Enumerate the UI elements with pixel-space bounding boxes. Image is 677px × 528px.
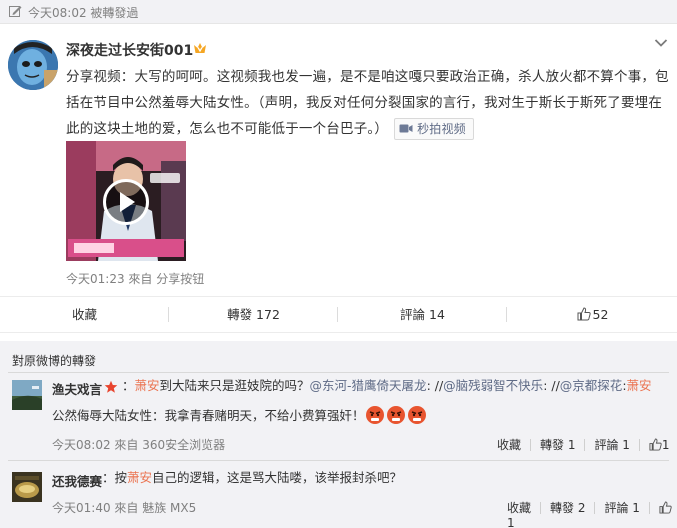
repost-section: 對原微博的轉發 渔夫戏言 ：萧安到大陆来只是逛妓院的吗？@东河-猎鹰倚天屠龙: … (0, 341, 677, 528)
comment-button[interactable]: 評論 14 (338, 297, 507, 332)
repost-button[interactable]: 轉發 172 (169, 297, 338, 332)
repost-text: ：萧安到大陆来只是逛妓院的吗？@东河-猎鹰倚天屠龙: //@脑残弱智不快乐: /… (122, 373, 670, 399)
avatar[interactable] (8, 40, 58, 90)
repost-time-label: 今天08:02 被轉發過 (28, 6, 139, 20)
angry-face-icon (365, 406, 384, 424)
post-text: 分享视频：大写的呵呵。这视频我也发一遍，是不是咱这嘎只要政治正确，杀人放火都不算… (66, 69, 669, 137)
mention-link[interactable]: 萧安 (135, 378, 160, 393)
collect-button[interactable]: 收藏 (0, 297, 169, 332)
angry-face-icon (386, 406, 405, 424)
mention-link[interactable]: @京都探花 (560, 378, 623, 393)
repost-collect-button[interactable]: 收藏 (497, 438, 521, 452)
repost-avatar[interactable] (12, 380, 42, 410)
text-fragment: ：按 (102, 470, 128, 485)
video-thumbnail[interactable] (66, 141, 186, 261)
repost-avatar[interactable] (12, 472, 42, 502)
collect-label: 收藏 (71, 307, 97, 322)
comment-label: 評論 14 (400, 307, 445, 322)
text-fragment: 到大陆来只是逛妓院的吗？ (159, 378, 310, 393)
repost-actions: 收藏 轉發 1 評論 1 1 (497, 436, 670, 453)
repost-username[interactable]: 渔夫戏言 (52, 379, 102, 398)
post-action-bar: 收藏 轉發 172 評論 14 52 (0, 296, 677, 333)
angry-face-icon (407, 406, 426, 424)
repost-comment-button[interactable]: 評論 1 (594, 438, 629, 452)
star-icon (104, 380, 118, 393)
video-camera-icon (399, 124, 413, 133)
mention-link[interactable]: @脑残弱智不快乐 (443, 378, 543, 393)
repost-collect-button[interactable]: 收藏 (507, 501, 531, 515)
text-fragment: : // (426, 378, 444, 393)
repost-actions: 收藏 轉發 2 評論 1 1 (507, 499, 677, 528)
text-fragment: ： (122, 378, 135, 393)
repost-comment-button[interactable]: 評論 1 (604, 501, 639, 515)
repost-text-line-2: 公然侮辱大陆女性：我拿青春赌明天，不给小费算强奸！ (52, 403, 652, 429)
thumbs-up-icon (649, 438, 662, 451)
thumbs-up-icon (659, 501, 672, 514)
vip-crown-icon[interactable] (192, 40, 208, 56)
repost-section-title: 對原微博的轉發 (12, 354, 97, 368)
mention-link[interactable]: 萧安 (127, 470, 152, 485)
post-username[interactable]: 深夜走过长安街001 (66, 40, 193, 60)
post-meta: 今天01:23 來自 分享按钮 (66, 272, 205, 286)
video-link-label: 秒拍视频 (417, 122, 466, 136)
repost-repost-button[interactable]: 轉發 1 (540, 438, 575, 452)
top-status-bar: 今天08:02 被轉發過 (0, 0, 677, 24)
like-count: 52 (592, 307, 609, 322)
repost-like-button[interactable]: 1 (649, 438, 670, 452)
repost-meta: 今天08:02 來自 360安全浏览器 (52, 438, 226, 452)
play-button[interactable] (103, 179, 149, 225)
edit-icon (9, 6, 22, 17)
repost-like-count: 1 (507, 516, 515, 528)
post-content: 分享视频：大写的呵呵。这视频我也发一遍，是不是咱这嘎只要政治正确，杀人放火都不算… (66, 64, 670, 142)
text-fragment: 自己的逻辑，这是骂大陆喽，该举报封杀吧？ (152, 470, 403, 485)
like-button[interactable]: 52 (508, 297, 677, 332)
text-fragment: 公然侮辱大陆女性：我拿青春赌明天，不给小费算强奸！ (52, 408, 365, 423)
repost-text: ：按萧安自己的逻辑，这是骂大陆喽，该举报封杀吧？ (102, 465, 662, 491)
mention-link[interactable]: 萧安 (627, 378, 652, 393)
repost-like-button[interactable]: 1 (507, 501, 672, 528)
video-link[interactable]: 秒拍视频 (394, 118, 474, 140)
chevron-down-icon[interactable] (654, 38, 668, 48)
repost-repost-button[interactable]: 轉發 2 (550, 501, 585, 515)
play-icon (120, 192, 135, 212)
repost-like-count: 1 (661, 438, 670, 452)
repost-meta: 今天01:40 來自 魅族 MX5 (52, 501, 197, 515)
thumbs-up-icon (577, 307, 591, 321)
text-fragment: : // (543, 378, 560, 393)
mention-link[interactable]: @东河-猎鹰倚天屠龙 (310, 378, 427, 393)
repost-username[interactable]: 还我德赛 (52, 471, 102, 490)
repost-label: 轉發 172 (227, 307, 280, 322)
divider (8, 460, 669, 461)
